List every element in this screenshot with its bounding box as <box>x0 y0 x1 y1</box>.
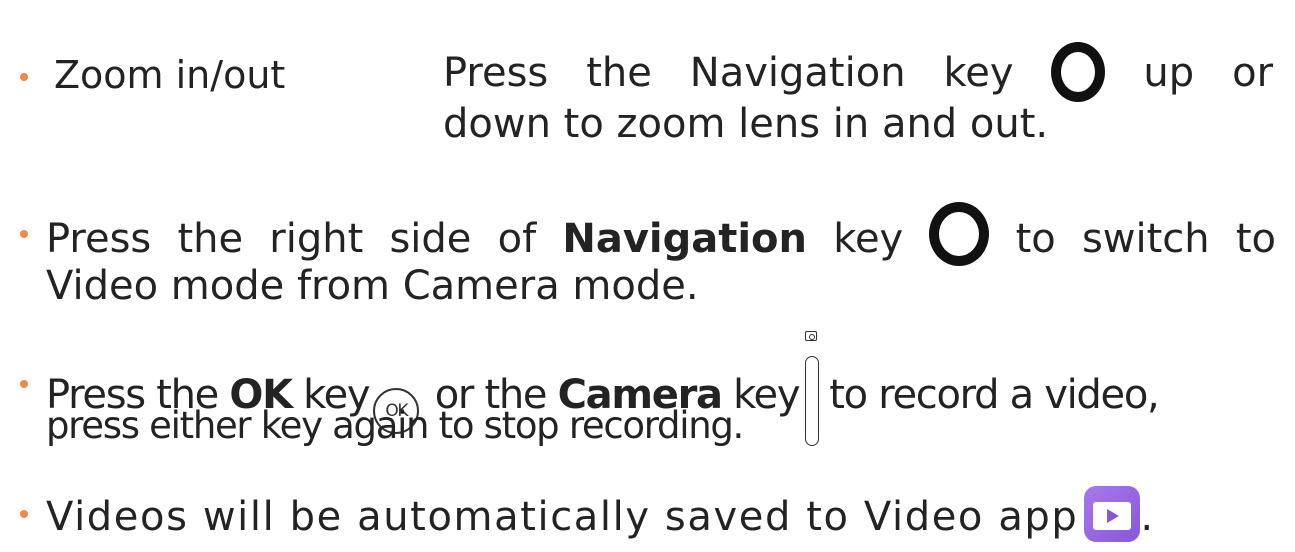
switch-mode-line1: Press the right side of Navigation key t… <box>46 202 1276 266</box>
bullet-switch-mode <box>20 230 28 238</box>
switch-text-after: to switch to <box>1015 216 1276 262</box>
navigation-key-icon <box>1051 42 1106 102</box>
zoom-text-after: up or <box>1143 50 1274 96</box>
switch-text-mid: key <box>833 216 904 262</box>
switch-mode-line2: Video mode from Camera mode. <box>46 263 699 309</box>
record-text-e: to record a video, <box>829 372 1159 418</box>
save-text: Videos will be automatically saved to Vi… <box>46 494 1079 540</box>
navigation-bold: Navigation <box>562 216 808 262</box>
bullet-record <box>20 380 28 388</box>
bullet-zoom <box>20 73 28 81</box>
zoom-text-before: Press the Navigation key <box>443 50 1014 96</box>
bullet-save <box>20 510 28 518</box>
navigation-key-icon <box>929 202 990 266</box>
save-line: Videos will be automatically saved to Vi… <box>46 486 1155 542</box>
camera-glyph-icon <box>805 331 818 341</box>
zoom-description-line1: Press the Navigation key up or <box>443 42 1273 102</box>
camera-key-icon <box>805 331 820 446</box>
zoom-label: Zoom in/out <box>54 53 286 97</box>
play-icon <box>1107 509 1120 523</box>
record-line2: press either key again to stop recording… <box>46 404 744 447</box>
save-period: . <box>1140 494 1155 540</box>
switch-text-before: Press the right side of <box>46 216 563 262</box>
zoom-description-line2: down to zoom lens in and out. <box>443 101 1049 147</box>
video-app-icon <box>1084 486 1141 542</box>
